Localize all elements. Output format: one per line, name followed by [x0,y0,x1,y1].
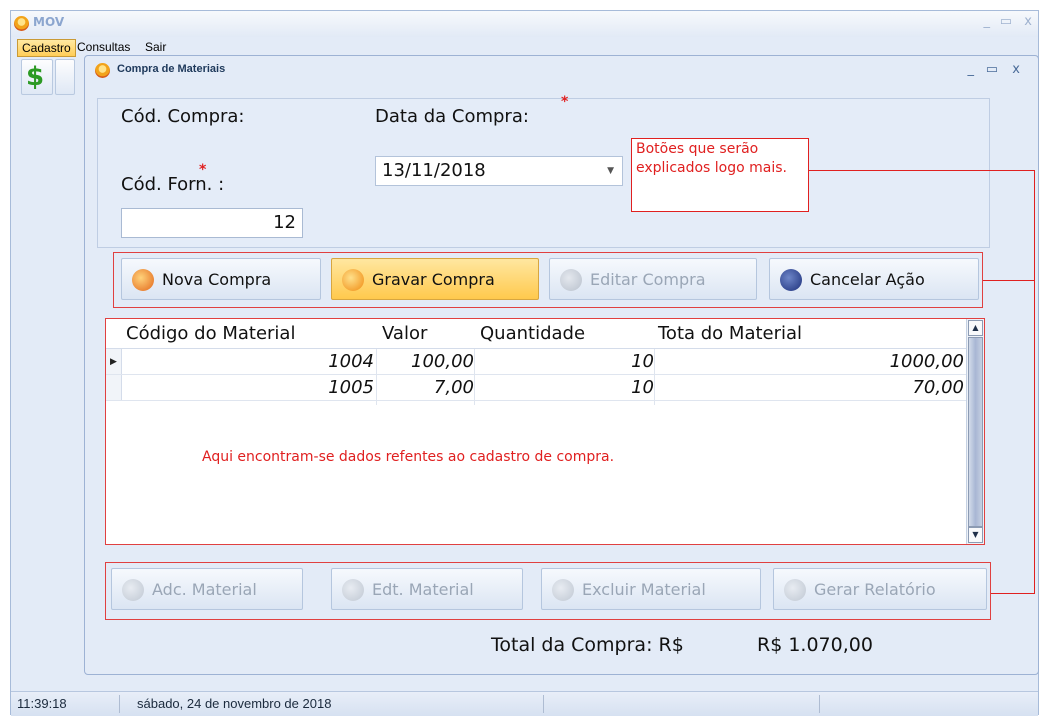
adc-material-button[interactable]: Adc. Material [111,568,303,610]
gravar-compra-label: Gravar Compra [372,270,495,289]
menubar: Cadastro Consultas Sair [11,37,1038,57]
row-selector-icon[interactable]: ▶ [106,349,122,374]
cod-forn-label: Cód. Forn. : [121,174,225,195]
column-header[interactable]: Valor [382,323,427,344]
grid-note: Aqui encontram-se dados refentes ao cada… [202,449,615,465]
status-separator [819,695,820,713]
toolbar-button-2[interactable] [55,59,75,95]
minimize-button[interactable]: _ [968,62,975,77]
editar-compra-button[interactable]: Editar Compra [549,258,757,300]
editar-compra-label: Editar Compra [590,270,706,289]
status-date: sábado, 24 de novembro de 2018 [137,696,332,711]
new-document-icon [132,269,154,291]
required-mark: * [561,94,569,110]
data-compra-picker[interactable]: 13/11/2018 ▼ [375,156,623,186]
gerar-relatorio-button[interactable]: Gerar Relatório [773,568,987,610]
cell-codigo: 1004 [328,351,374,372]
report-icon [784,579,806,601]
window-icon [95,63,110,78]
total-value: R$ 1.070,00 [757,634,873,656]
cell-total: 70,00 [912,377,964,398]
column-divider [654,349,655,405]
cell-quantidade: 10 [631,351,654,372]
edit-icon [342,579,364,601]
excluir-material-button[interactable]: Excluir Material [541,568,761,610]
buttons-note: Botões que serão explicados logo mais. [631,138,809,212]
cell-valor: 7,00 [433,377,474,398]
menu-cadastro[interactable]: Cadastro [17,39,76,57]
cod-forn-input[interactable]: 12 [121,208,303,238]
minimize-button[interactable]: _ [984,14,991,29]
excluir-material-label: Excluir Material [582,580,706,599]
cancelar-acao-button[interactable]: Cancelar Ação [769,258,979,300]
statusbar: 11:39:18 sábado, 24 de novembro de 2018 [11,691,1038,716]
annotation-line [1034,170,1035,594]
column-header[interactable]: Código do Material [126,323,295,344]
cell-codigo: 1005 [328,377,374,398]
scroll-thumb[interactable] [968,337,983,527]
column-divider [376,349,377,405]
row-selector[interactable] [106,375,122,400]
compra-titlebar: Compra de Materiais _ ▭ x [85,56,1038,86]
cell-valor: 100,00 [411,351,474,372]
vertical-scrollbar[interactable]: ▲ ▼ [966,319,984,544]
close-button[interactable]: x [1012,62,1020,77]
table-row[interactable]: 1005 7,00 10 70,00 [106,375,968,401]
annotation-line [991,593,1035,594]
main-titlebar: MOV _ ▭ x [11,11,1038,37]
save-icon [342,269,364,291]
gravar-compra-button[interactable]: Gravar Compra [331,258,539,300]
column-divider [474,349,475,405]
cod-forn-value: 12 [273,212,296,233]
edt-material-button[interactable]: Edt. Material [331,568,523,610]
app-icon [14,16,29,31]
adc-material-label: Adc. Material [152,580,257,599]
scroll-up-icon[interactable]: ▲ [968,320,983,336]
status-separator [119,695,120,713]
cell-total: 1000,00 [889,351,964,372]
trash-icon [552,579,574,601]
toolbar-finance-button[interactable]: $ [21,59,53,95]
cancelar-acao-label: Cancelar Ação [810,270,925,289]
data-compra-label: Data da Compra: [375,106,529,127]
compra-window: Compra de Materiais _ ▭ x Cód. Compra: D… [84,55,1039,675]
table-row[interactable]: ▶ 1004 100,00 10 1000,00 [106,349,968,375]
maximize-button[interactable]: ▭ [986,62,998,77]
materials-grid[interactable]: Código do Material Valor Quantidade Tota… [105,318,985,545]
nova-compra-button[interactable]: Nova Compra [121,258,321,300]
close-button[interactable]: x [1024,14,1032,29]
dollar-icon: $ [26,62,45,92]
cod-compra-label: Cód. Compra: [121,106,245,127]
edt-material-label: Edt. Material [372,580,474,599]
edit-icon [560,269,582,291]
maximize-button[interactable]: ▭ [1000,14,1012,29]
annotation-line [983,280,1035,281]
gerar-relatorio-label: Gerar Relatório [814,580,936,599]
cell-quantidade: 10 [631,377,654,398]
chevron-down-icon[interactable]: ▼ [607,166,614,176]
nova-compra-label: Nova Compra [162,270,272,289]
grid-header: Código do Material Valor Quantidade Tota… [106,319,968,349]
data-compra-value: 13/11/2018 [382,160,486,181]
required-mark: * [199,162,207,178]
column-header[interactable]: Tota do Material [658,323,802,344]
annotation-line [809,170,1035,171]
add-icon [122,579,144,601]
compra-title: Compra de Materiais [117,63,226,75]
status-time: 11:39:18 [17,696,67,711]
cancel-icon [780,269,802,291]
total-label: Total da Compra: R$ [491,634,684,656]
scroll-down-icon[interactable]: ▼ [968,527,983,543]
column-header[interactable]: Quantidade [480,323,585,344]
status-separator [543,695,544,713]
main-title: MOV [33,15,65,29]
buttons-note-text: Botões que serão explicados logo mais. [636,141,787,176]
